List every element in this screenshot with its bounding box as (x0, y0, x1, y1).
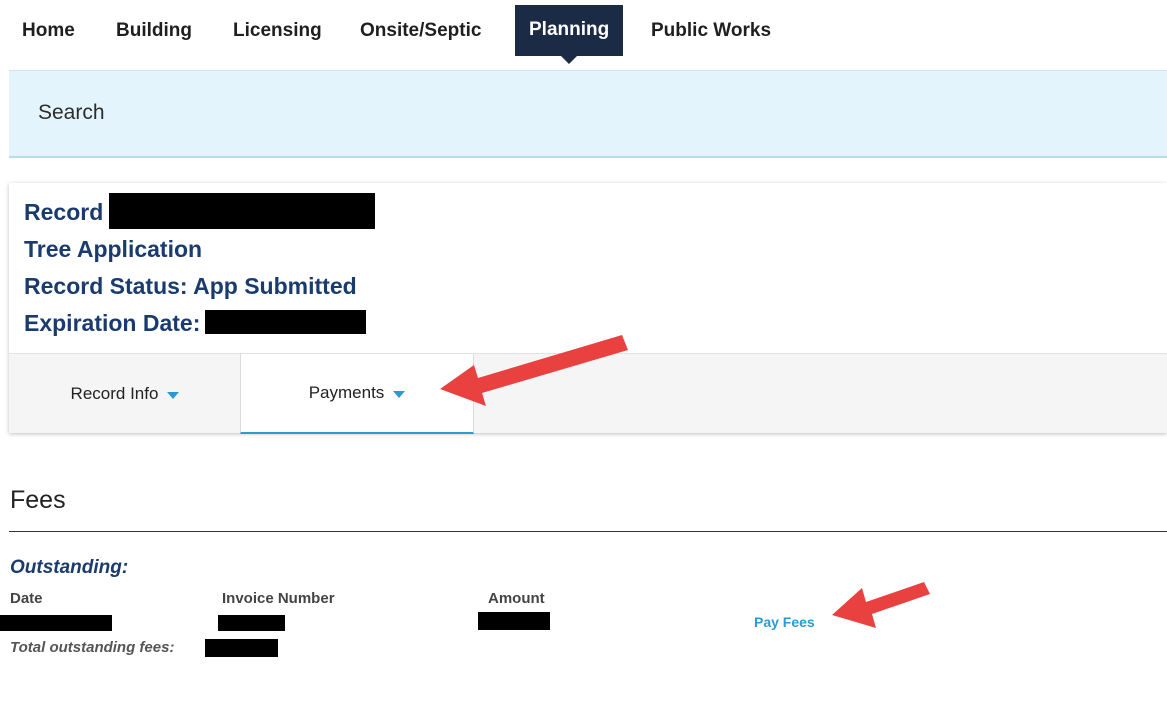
top-navigation: Home Building Licensing Onsite/Septic Pl… (0, 0, 1167, 70)
dropdown-arrow-icon (167, 392, 180, 399)
record-type: Tree Application (24, 236, 203, 262)
active-caret-icon (561, 56, 578, 64)
fees-divider (9, 531, 1167, 532)
search-label: Search (38, 101, 105, 124)
nav-onsite-septic[interactable]: Onsite/Septic (360, 6, 481, 56)
expiration-date-label: Expiration Date: (24, 310, 201, 336)
column-amount: Amount (488, 590, 545, 607)
outstanding-heading: Outstanding: (10, 557, 129, 578)
column-date: Date (10, 590, 43, 607)
arrow-to-pay-fees (832, 582, 930, 628)
pay-fees-link[interactable]: Pay Fees (754, 614, 815, 630)
nav-public-works[interactable]: Public Works (651, 6, 771, 56)
record-card: Record Tree Application Record Status: A… (9, 183, 1167, 434)
nav-planning[interactable]: Planning (515, 5, 624, 64)
nav-home[interactable]: Home (22, 6, 75, 56)
total-outstanding-label: Total outstanding fees: (10, 639, 175, 656)
record-status: Record Status: App Submitted (24, 273, 357, 299)
redacted-record-number (109, 193, 375, 229)
column-invoice-number: Invoice Number (222, 590, 335, 607)
dropdown-arrow-icon (393, 391, 406, 398)
tab-record-info[interactable]: Record Info (9, 354, 241, 434)
nav-building[interactable]: Building (116, 6, 192, 56)
fees-heading: Fees (10, 486, 66, 514)
redacted-amount (478, 612, 550, 630)
nav-licensing[interactable]: Licensing (233, 6, 322, 56)
redacted-total-fees (205, 639, 278, 657)
tab-payments[interactable]: Payments (240, 354, 474, 434)
record-number-label: Record (24, 199, 104, 225)
tab-record-info-label: Record Info (70, 384, 159, 403)
search-bar[interactable]: Search (9, 70, 1167, 158)
redacted-date (0, 615, 112, 631)
nav-planning-label: Planning (529, 19, 610, 40)
redacted-invoice-number (218, 615, 285, 631)
tab-payments-label: Payments (308, 383, 385, 402)
redacted-expiration-date (205, 310, 366, 334)
record-tabs: Record Info Payments (9, 353, 1167, 434)
